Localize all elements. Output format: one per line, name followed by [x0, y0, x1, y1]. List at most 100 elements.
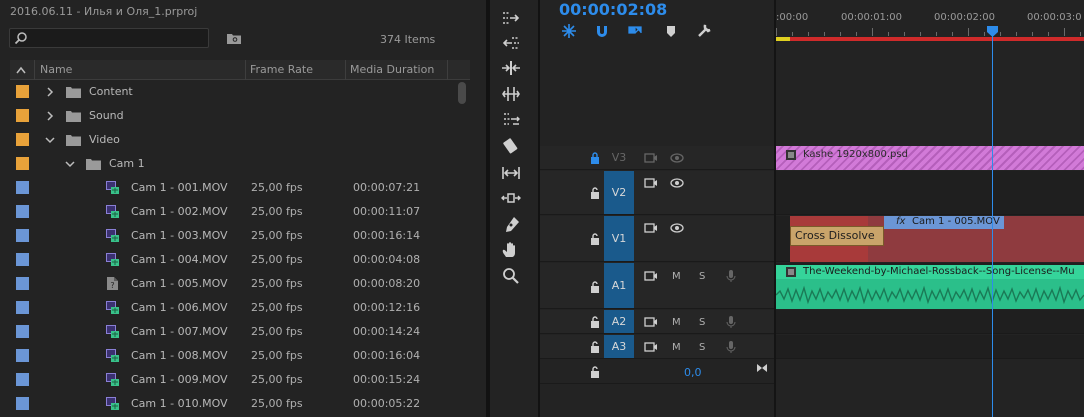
label-color-swatch[interactable] [16, 253, 29, 266]
nest-icon[interactable] [560, 22, 578, 40]
clip-row[interactable]: Cam 1 - 009.MOV 25,00 fps 00:00:15:24 [10, 368, 460, 392]
playhead-line[interactable] [992, 26, 993, 417]
mute-button[interactable]: M [672, 342, 681, 353]
label-color-swatch[interactable] [16, 397, 29, 410]
playhead-handle[interactable] [987, 26, 998, 37]
label-color-swatch[interactable] [16, 373, 29, 386]
playhead-timecode[interactable]: 00:00:02:08 [559, 0, 667, 19]
chevron-right-icon[interactable] [44, 110, 56, 122]
track-label-v2[interactable]: V2 [604, 171, 634, 214]
eye-icon[interactable] [670, 222, 684, 234]
label-color-swatch[interactable] [16, 133, 29, 146]
pen-tool-icon[interactable] [500, 215, 522, 235]
cross-dissolve-transition[interactable]: Cross Dissolve [790, 226, 884, 246]
bin-row[interactable]: Video [10, 128, 460, 152]
bin-row[interactable]: Cam 1 [10, 152, 460, 176]
graphic-clip[interactable]: Kashe 1920x800.psd [776, 146, 1084, 170]
solo-button[interactable]: S [699, 342, 705, 353]
solo-button[interactable]: S [699, 317, 705, 328]
label-color-swatch[interactable] [16, 109, 29, 122]
toggle-sync-lock-icon[interactable] [644, 341, 658, 353]
clip-row[interactable]: Cam 1 - 006.MOV 25,00 fps 00:00:12:16 [10, 296, 460, 320]
microphone-icon[interactable] [724, 270, 738, 282]
lock-icon[interactable] [590, 366, 600, 378]
label-color-swatch[interactable] [16, 277, 29, 290]
track-label-v1[interactable]: V1 [604, 216, 634, 261]
track-lane-a3[interactable] [776, 335, 1084, 359]
solo-button[interactable]: S [699, 271, 705, 282]
microphone-icon[interactable] [724, 341, 738, 353]
label-color-swatch[interactable] [16, 205, 29, 218]
new-bin-from-search-icon[interactable] [226, 31, 242, 45]
label-color-swatch[interactable] [16, 349, 29, 362]
track-label-a3[interactable]: A3 [604, 335, 634, 358]
lock-icon[interactable] [590, 281, 600, 293]
bin-row[interactable]: Sound [10, 104, 460, 128]
label-color-swatch[interactable] [16, 157, 29, 170]
search-input[interactable] [9, 28, 209, 48]
lock-icon[interactable] [590, 341, 600, 353]
toggle-sync-lock-icon[interactable] [644, 222, 658, 234]
work-area-start[interactable] [776, 37, 790, 41]
track-label-a1[interactable]: A1 [604, 263, 634, 308]
mute-button[interactable]: M [672, 317, 681, 328]
clip-row[interactable]: Cam 1 - 010.MOV 25,00 fps 00:00:05:22 [10, 392, 460, 416]
track-label-a2[interactable]: A2 [604, 310, 634, 333]
rate-stretch-tool-icon[interactable] [500, 109, 522, 129]
add-marker-icon[interactable] [662, 22, 680, 40]
bin-row[interactable]: Content [10, 80, 460, 104]
lock-icon[interactable] [590, 152, 600, 164]
track-lane-v3[interactable]: Kashe 1920x800.psd [776, 146, 1084, 170]
sort-up-icon[interactable] [16, 66, 26, 74]
rolling-edit-tool-icon[interactable] [500, 84, 522, 104]
track-select-forward-tool-icon[interactable] [500, 8, 522, 28]
label-color-swatch[interactable] [16, 301, 29, 314]
zoom-tool-icon[interactable] [500, 266, 522, 286]
linked-selection-icon[interactable] [626, 22, 644, 40]
track-lane-v2[interactable] [776, 171, 1084, 215]
project-scrollbar[interactable] [458, 82, 466, 104]
track-lane-a1[interactable]: The-Weekend-by-Michael-Rossback--Song-Li… [776, 263, 1084, 309]
microphone-icon[interactable] [724, 316, 738, 328]
master-volume-value[interactable]: 0,0 [684, 366, 702, 379]
toggle-sync-lock-icon[interactable] [644, 270, 658, 282]
toggle-sync-lock-icon[interactable] [644, 177, 658, 189]
lock-icon[interactable] [590, 233, 600, 245]
razor-tool-icon[interactable] [500, 136, 522, 156]
hand-tool-icon[interactable] [500, 240, 522, 260]
clip-row[interactable]: Cam 1 - 002.MOV 25,00 fps 00:00:11:07 [10, 200, 460, 224]
track-lane-v1[interactable]: fx Cam 1 - 005.MOV Cross Dissolve [776, 216, 1084, 262]
mute-button[interactable]: M [672, 271, 681, 282]
eye-icon[interactable] [670, 177, 684, 189]
track-lane-a2[interactable] [776, 310, 1084, 334]
clip-row[interactable]: Cam 1 - 001.MOV 25,00 fps 00:00:07:21 [10, 176, 460, 200]
clip-row[interactable]: Cam 1 - 008.MOV 25,00 fps 00:00:16:04 [10, 344, 460, 368]
toggle-sync-lock-icon[interactable] [644, 316, 658, 328]
clip-row[interactable]: ? Cam 1 - 005.MOV 25,00 fps 00:00:08:20 [10, 272, 460, 296]
ripple-edit-tool-icon[interactable] [500, 58, 522, 78]
snap-icon[interactable] [593, 22, 611, 40]
audio-clip[interactable]: The-Weekend-by-Michael-Rossback--Song-Li… [776, 265, 1084, 309]
chevron-down-icon[interactable] [64, 158, 76, 170]
chevron-right-icon[interactable] [44, 86, 56, 98]
eye-icon[interactable] [670, 152, 684, 164]
clip-row[interactable]: Cam 1 - 004.MOV 25,00 fps 00:00:04:08 [10, 248, 460, 272]
toggle-sync-lock-icon[interactable] [644, 152, 658, 164]
slip-tool-icon[interactable] [500, 163, 522, 183]
label-color-swatch[interactable] [16, 85, 29, 98]
slide-tool-icon[interactable] [500, 188, 522, 208]
label-color-swatch[interactable] [16, 229, 29, 242]
wrench-icon[interactable] [695, 22, 713, 40]
lock-icon[interactable] [590, 316, 600, 328]
work-area-bar[interactable] [776, 37, 1084, 41]
column-media-duration[interactable]: Media Duration [350, 63, 434, 76]
lock-icon[interactable] [590, 187, 600, 199]
chevron-down-icon[interactable] [44, 134, 56, 146]
clip-row[interactable]: Cam 1 - 007.MOV 25,00 fps 00:00:14:24 [10, 320, 460, 344]
column-name[interactable]: Name [40, 63, 72, 76]
track-label-v3[interactable]: V3 [604, 146, 634, 169]
label-color-swatch[interactable] [16, 181, 29, 194]
clip-row[interactable]: Cam 1 - 003.MOV 25,00 fps 00:00:16:14 [10, 224, 460, 248]
label-color-swatch[interactable] [16, 325, 29, 338]
go-to-end-icon[interactable] [755, 362, 769, 374]
